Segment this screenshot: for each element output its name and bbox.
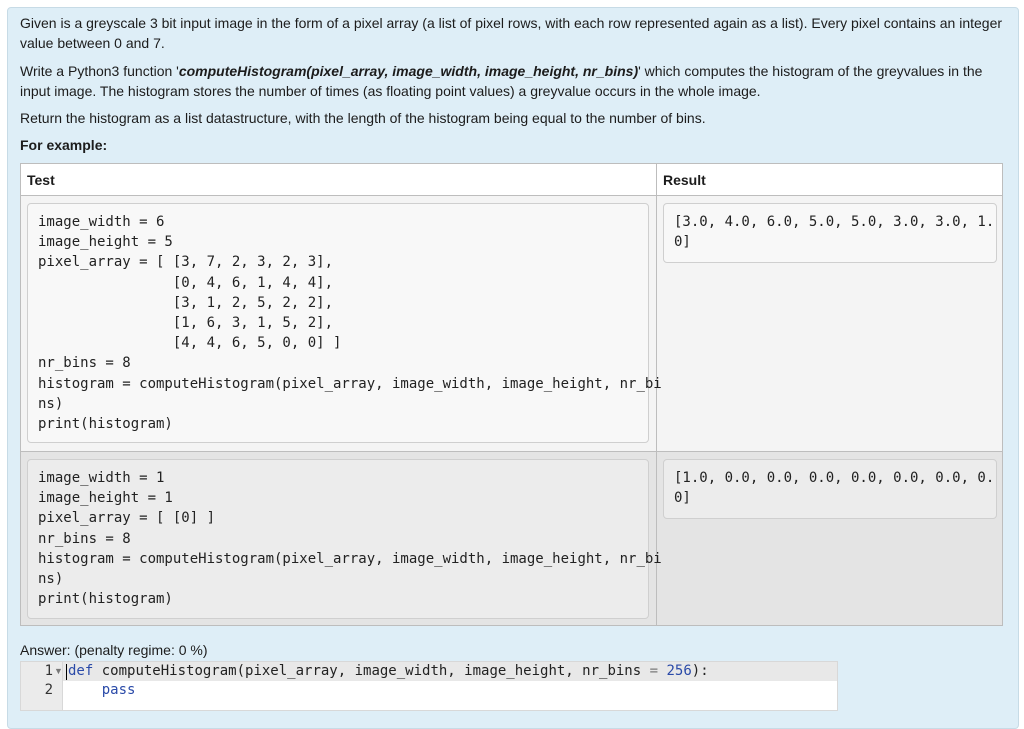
task-function-name: computeHistogram(pixel_array, image_widt…: [178, 63, 639, 79]
test-cell: image_width = 1 image_height = 1 pixel_a…: [21, 452, 662, 625]
signature-tail: ):: [691, 663, 709, 679]
line-number: 2: [44, 682, 53, 698]
answer-label: Answer: (penalty regime: 0 %): [20, 642, 208, 658]
text-cursor: [66, 664, 67, 680]
header-test: Test: [21, 164, 657, 196]
test-code: image_width = 1 image_height = 1 pixel_a…: [38, 470, 662, 608]
test-code: image_width = 6 image_height = 5 pixel_a…: [38, 214, 662, 433]
examples-table: Test Result image_width = 6 image_height…: [20, 163, 1003, 626]
line-number: 1: [44, 663, 53, 679]
code-editor[interactable]: 1 ▼ 2 def computeHistogram(pixel_array, …: [20, 661, 838, 711]
result-cell: [1.0, 0.0, 0.0, 0.0, 0.0, 0.0, 0.0, 0. 0…: [657, 452, 1002, 625]
table-row: image_width = 6 image_height = 5 pixel_a…: [21, 196, 1002, 452]
header-result: Result: [657, 164, 1003, 196]
function-signature: computeHistogram(pixel_array, image_widt…: [93, 663, 650, 679]
test-code-box: image_width = 6 image_height = 5 pixel_a…: [27, 203, 662, 443]
code-line-2[interactable]: pass: [68, 681, 136, 700]
question-intro: Given is a greyscale 3 bit input image i…: [20, 15, 1003, 51]
line-number-gutter: 1 ▼ 2: [21, 662, 63, 710]
default-value: 256: [666, 663, 692, 679]
task-prefix: Write a Python3 function ': [20, 63, 179, 79]
table-row: image_width = 1 image_height = 1 pixel_a…: [21, 452, 1002, 625]
example-heading: For example:: [20, 137, 108, 153]
result-output: [3.0, 4.0, 6.0, 5.0, 5.0, 3.0, 3.0, 1. 0…: [674, 214, 995, 251]
code-line-1[interactable]: def computeHistogram(pixel_array, image_…: [68, 662, 709, 681]
default-equals: =: [649, 663, 659, 679]
test-code-box: image_width = 1 image_height = 1 pixel_a…: [27, 459, 662, 619]
result-box: [1.0, 0.0, 0.0, 0.0, 0.0, 0.0, 0.0, 0. 0…: [663, 459, 997, 519]
question-return: Return the histogram as a list datastruc…: [20, 110, 706, 126]
result-box: [3.0, 4.0, 6.0, 5.0, 5.0, 3.0, 3.0, 1. 0…: [663, 203, 997, 263]
fold-arrow-icon[interactable]: ▼: [54, 662, 63, 681]
result-cell: [3.0, 4.0, 6.0, 5.0, 5.0, 3.0, 3.0, 1. 0…: [657, 196, 1002, 451]
question-task: Write a Python3 function 'computeHistogr…: [20, 61, 1005, 101]
def-keyword: def: [68, 663, 94, 679]
result-output: [1.0, 0.0, 0.0, 0.0, 0.0, 0.0, 0.0, 0. 0…: [674, 470, 995, 507]
test-cell: image_width = 6 image_height = 5 pixel_a…: [21, 196, 662, 451]
